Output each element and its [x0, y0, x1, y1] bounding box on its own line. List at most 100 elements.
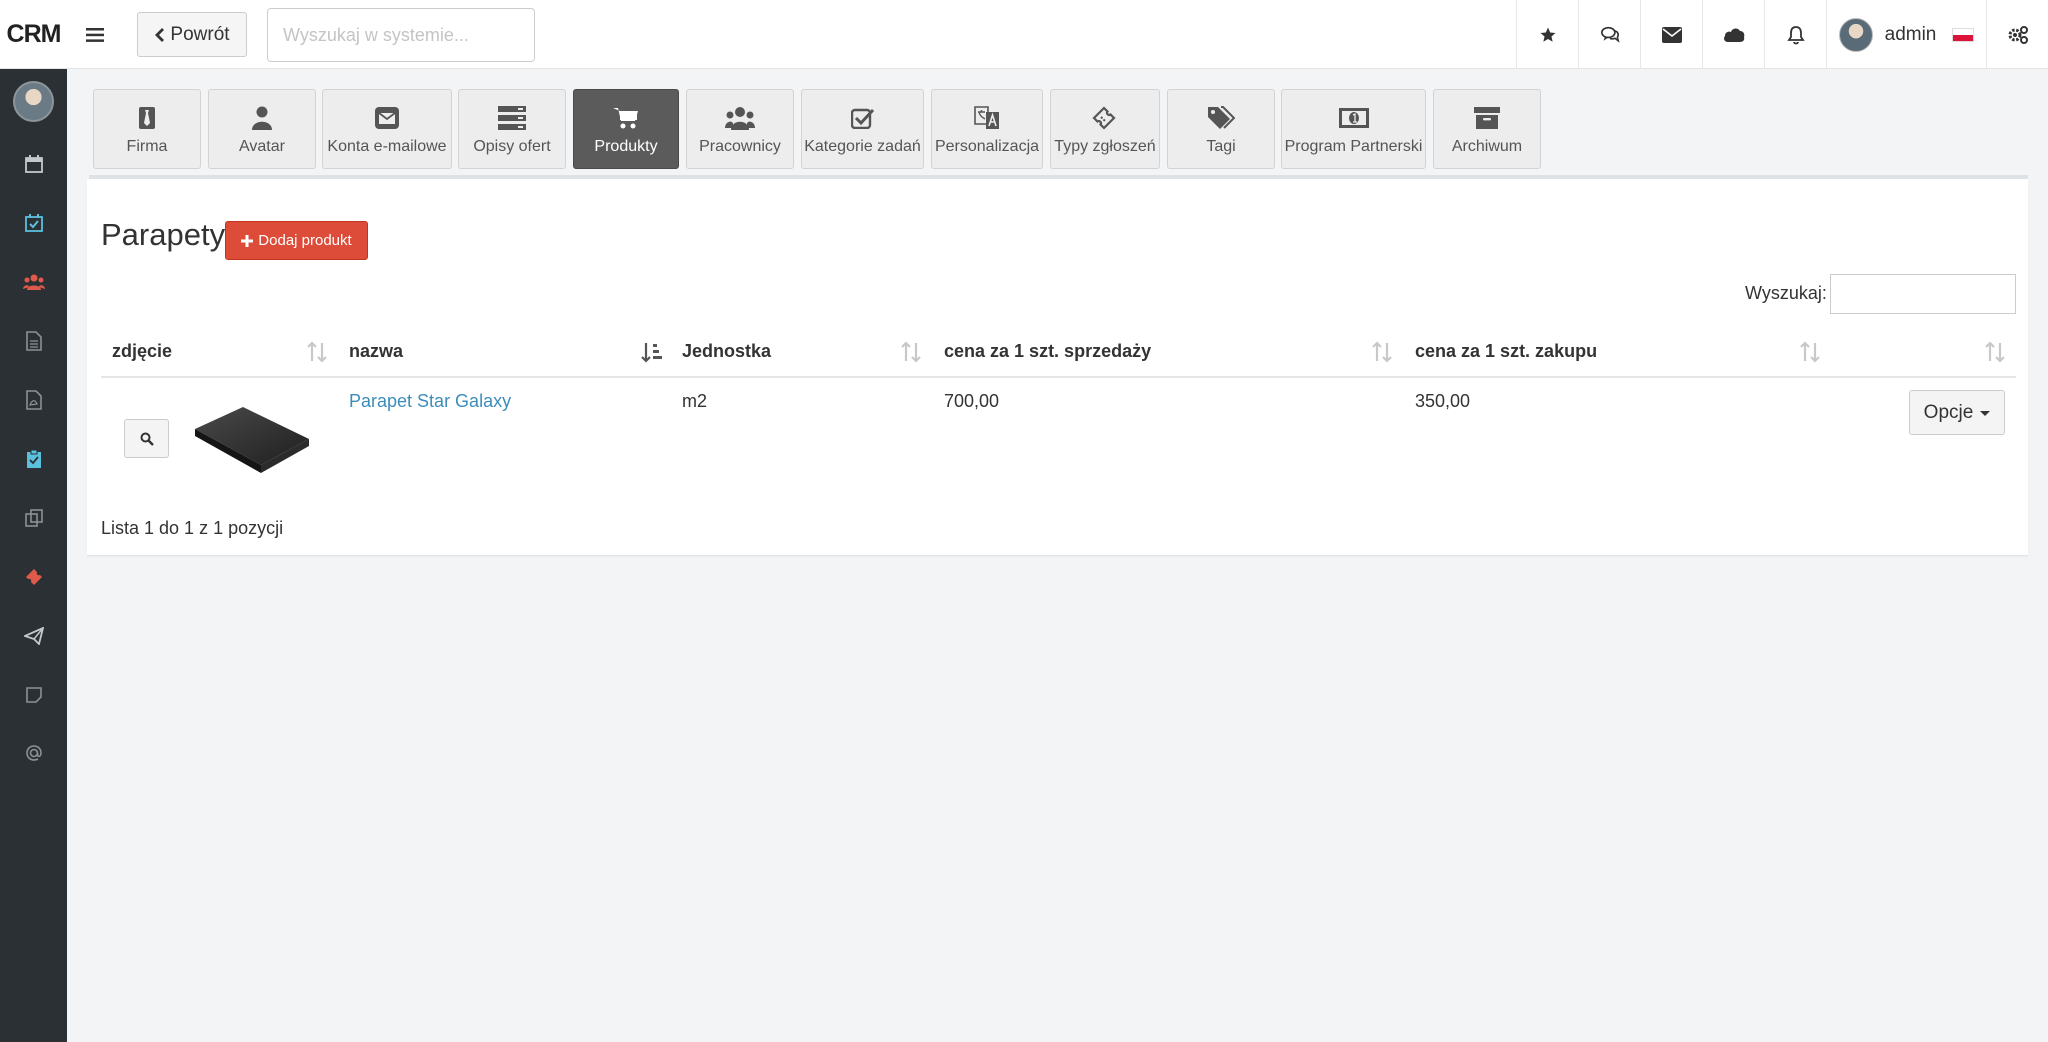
global-search-input[interactable] — [267, 8, 535, 62]
sort-both-icon[interactable] — [1799, 340, 1821, 364]
sidebar-item-calendar[interactable] — [0, 144, 67, 184]
star-icon — [1540, 27, 1555, 42]
table-header-divider — [101, 376, 2016, 378]
plus-icon — [241, 234, 254, 247]
tab-label: Personalizacja — [934, 138, 1040, 155]
tab-label: Kategorie zadań — [804, 138, 921, 155]
user-name: admin — [1884, 23, 1937, 45]
calendar-icon — [24, 155, 43, 173]
bell-icon — [1786, 25, 1805, 44]
archive-icon — [1474, 107, 1500, 129]
tie-icon — [139, 107, 155, 129]
product-purchase-price: 350,00 — [1415, 391, 1471, 411]
chat-button[interactable] — [1578, 0, 1640, 69]
products-panel: Parapety Dodaj produkt Wyszukaj: zdjęcie… — [87, 179, 2028, 556]
tab-label: Avatar — [239, 138, 285, 155]
ticket-icon — [1092, 106, 1116, 130]
check-square-icon — [850, 108, 874, 129]
sort-both-icon[interactable] — [1371, 340, 1393, 364]
options-dropdown-button[interactable]: Opcje — [1909, 390, 2005, 435]
tab-program-partnerski[interactable]: Program Partnerski — [1281, 89, 1426, 169]
favorites-button[interactable] — [1516, 0, 1578, 69]
sidebar-item-tasks[interactable] — [0, 203, 67, 243]
sidebar-avatar[interactable] — [13, 81, 54, 122]
cloud-icon — [1723, 27, 1744, 42]
tab-personalizacja[interactable]: Personalizacja — [931, 89, 1043, 169]
comments-icon — [1600, 26, 1620, 43]
calendar-check-icon — [24, 214, 43, 232]
column-header-name[interactable]: nazwa — [349, 341, 403, 362]
add-product-button[interactable]: Dodaj produkt — [225, 221, 368, 260]
tab-avatar[interactable]: Avatar — [208, 89, 316, 169]
paper-plane-icon — [23, 627, 44, 645]
envelope-icon — [375, 107, 399, 129]
tab-label: Produkty — [594, 138, 658, 155]
tab-produkty[interactable]: Produkty — [573, 89, 679, 169]
tab-kategorie-zadan[interactable]: Kategorie zadań — [801, 89, 924, 169]
tab-label: Typy zgłoszeń — [1054, 138, 1156, 155]
settings-button[interactable] — [1986, 0, 2048, 69]
note-icon — [25, 687, 42, 703]
column-header-purchase-price[interactable]: cena za 1 szt. zakupu — [1415, 341, 1597, 362]
table-search-input[interactable] — [1830, 274, 2016, 314]
product-name-link[interactable]: Parapet Star Galaxy — [349, 391, 511, 412]
sort-ascending-icon[interactable] — [641, 340, 663, 364]
brand-logo[interactable]: CRM — [0, 0, 67, 69]
chevron-left-icon — [155, 27, 165, 42]
top-right-toolbar: admin — [1516, 0, 2048, 69]
tab-opisy-ofert[interactable]: Opisy ofert — [458, 89, 566, 169]
top-navbar: CRM Powrót admin — [0, 0, 2048, 69]
language-icon — [974, 106, 999, 129]
column-header-unit[interactable]: Jednostka — [682, 341, 771, 362]
tab-label: Konta e-mailowe — [327, 138, 447, 155]
tab-archiwum[interactable]: Archiwum — [1433, 89, 1541, 169]
preview-photo-button[interactable] — [124, 419, 169, 458]
server-icon — [498, 106, 526, 130]
ticket-icon — [25, 569, 42, 585]
sidebar-item-contacts[interactable] — [0, 262, 67, 302]
tab-typy-zgloszen[interactable]: Typy zgłoszeń — [1050, 89, 1160, 169]
user-icon — [252, 106, 272, 130]
sidebar-item-documents[interactable] — [0, 321, 67, 361]
clipboard-icon — [26, 449, 41, 468]
polish-flag-icon — [1952, 27, 1975, 42]
notifications-button[interactable] — [1764, 0, 1826, 69]
sidebar-item-notes[interactable] — [0, 675, 67, 715]
sidebar-item-pdf[interactable] — [0, 380, 67, 420]
column-header-photo[interactable]: zdjęcie — [112, 341, 172, 362]
sidebar-item-tickets[interactable] — [0, 557, 67, 597]
table-search-label: Wyszukaj: — [1745, 283, 1827, 303]
cloud-button[interactable] — [1702, 0, 1764, 69]
tab-konta-e-mailowe[interactable]: Konta e-mailowe — [322, 89, 452, 169]
pdf-icon — [25, 390, 42, 410]
table-info: Lista 1 do 1 z 1 pozycji — [101, 518, 284, 538]
menu-toggle-icon[interactable] — [80, 20, 110, 50]
users-icon — [725, 107, 755, 130]
search-icon — [140, 432, 154, 446]
sort-both-icon[interactable] — [900, 340, 922, 364]
column-header-sale-price[interactable]: cena za 1 szt. sprzedaży — [944, 341, 1151, 362]
product-thumbnail[interactable] — [191, 399, 313, 477]
back-button[interactable]: Powrót — [137, 12, 247, 57]
user-avatar — [1838, 17, 1873, 52]
page-title: Parapety — [101, 217, 226, 252]
sort-both-icon[interactable] — [306, 340, 328, 364]
cogs-icon — [2008, 25, 2028, 44]
sort-both-icon[interactable] — [1984, 340, 2006, 364]
sidebar-item-send[interactable] — [0, 616, 67, 656]
sidebar-item-clipboard[interactable] — [0, 439, 67, 479]
money-icon — [1338, 108, 1369, 128]
messages-button[interactable] — [1640, 0, 1702, 69]
tab-label: Program Partnerski — [1284, 138, 1423, 155]
product-unit: m2 — [682, 391, 708, 411]
sidebar-item-copy[interactable] — [0, 498, 67, 538]
tab-firma[interactable]: Firma — [93, 89, 201, 169]
users-icon — [22, 274, 45, 290]
tab-label: Opisy ofert — [473, 138, 551, 155]
tab-label: Tagi — [1206, 138, 1236, 155]
user-menu[interactable]: admin — [1826, 0, 1986, 69]
tab-tagi[interactable]: Tagi — [1167, 89, 1275, 169]
tab-pracownicy[interactable]: Pracownicy — [686, 89, 794, 169]
product-sale-price: 700,00 — [944, 391, 1000, 411]
sidebar-item-email[interactable] — [0, 733, 67, 773]
